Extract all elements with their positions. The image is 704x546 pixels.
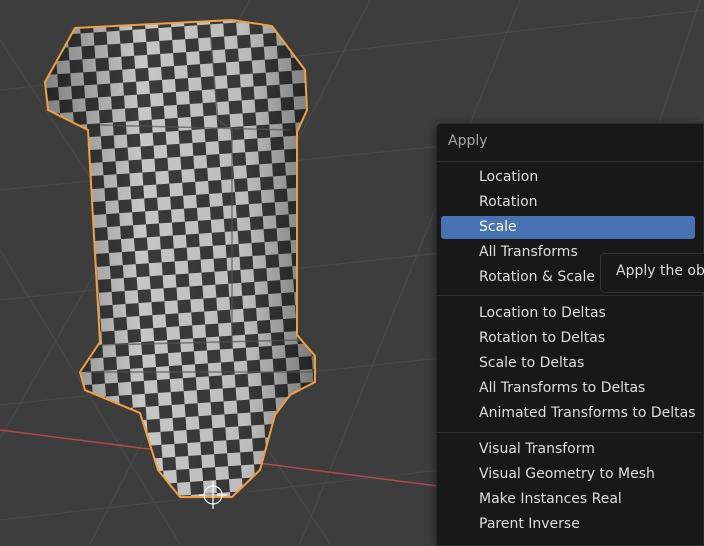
- menu-item-label: Rotation: [479, 194, 538, 210]
- menu-item-label: Visual Geometry to Mesh: [479, 466, 655, 482]
- menu-item-location-to-deltas[interactable]: Location to Deltas: [441, 302, 695, 325]
- menu-item-label: Location to Deltas: [479, 305, 606, 321]
- menu-item-scale-to-deltas[interactable]: Scale to Deltas: [441, 352, 695, 375]
- menu-item-all-transforms-to-deltas[interactable]: All Transforms to Deltas: [441, 377, 695, 400]
- menu-item-scale[interactable]: Scale: [441, 216, 695, 239]
- menu-item-label: Location: [479, 169, 539, 185]
- menu-item-animated-transforms-to-deltas[interactable]: Animated Transforms to Deltas: [441, 402, 696, 425]
- menu-separator: [437, 295, 703, 296]
- menu-item-label: Animated Transforms to Deltas: [479, 405, 696, 421]
- menu-separator: [437, 432, 703, 433]
- menu-item-label: Visual Transform: [479, 441, 595, 457]
- menu-item-label: Rotation to Deltas: [479, 330, 606, 346]
- menu-item-make-instances-real[interactable]: Make Instances Real: [441, 488, 695, 511]
- menu-item-visual-transform[interactable]: Visual Transform: [441, 438, 695, 461]
- menu-separator: [437, 161, 703, 162]
- menu-item-location[interactable]: Location: [441, 166, 695, 189]
- apply-menu: Apply Location Rotation Scale All Transf…: [436, 123, 704, 546]
- menu-item-label: Scale to Deltas: [479, 355, 585, 371]
- tooltip-text: Apply the obje: [616, 263, 704, 279]
- menu-item-label: Parent Inverse: [479, 516, 580, 532]
- menu-item-label: Rotation & Scale: [479, 269, 596, 285]
- menu-item-rotation-to-deltas[interactable]: Rotation to Deltas: [441, 327, 695, 350]
- menu-item-parent-inverse[interactable]: Parent Inverse: [441, 513, 695, 536]
- menu-item-label: Make Instances Real: [479, 491, 622, 507]
- menu-item-label: All Transforms: [479, 244, 578, 260]
- menu-item-label: Scale: [479, 219, 517, 235]
- menu-title: Apply: [448, 133, 488, 149]
- tooltip: Apply the obje: [600, 253, 704, 293]
- menu-item-rotation[interactable]: Rotation: [441, 191, 695, 214]
- menu-item-label: All Transforms to Deltas: [479, 380, 646, 396]
- menu-item-visual-geometry-to-mesh[interactable]: Visual Geometry to Mesh: [441, 463, 695, 486]
